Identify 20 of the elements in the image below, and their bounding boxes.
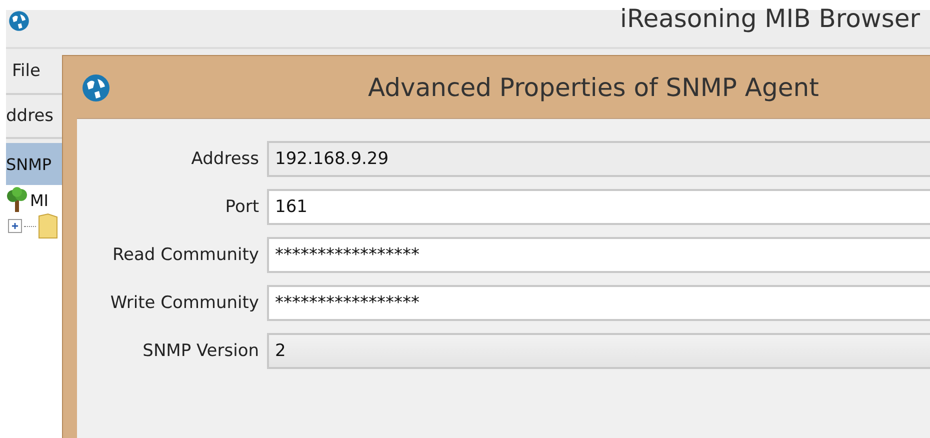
field-label: Address xyxy=(190,149,259,169)
tab[interactable]: SNMP xyxy=(6,154,52,174)
address-label: ddres xyxy=(6,106,54,126)
field-label: SNMP Version xyxy=(142,341,259,361)
field-label: Read Community xyxy=(111,245,259,265)
globe-icon xyxy=(81,73,111,103)
input-field[interactable]: ***************** xyxy=(267,285,930,321)
globe-icon xyxy=(8,10,30,32)
input-field[interactable]: 161 xyxy=(267,189,930,225)
tree-icon xyxy=(6,187,28,213)
menu-item[interactable]: File xyxy=(6,61,40,81)
dialog-title: Advanced Properties of SNMP Agent xyxy=(368,72,819,102)
expand-icon[interactable] xyxy=(8,219,22,233)
field-label: Write Community xyxy=(109,293,259,313)
window-title: iReasoning MIB Browser xyxy=(620,4,920,33)
tree-item[interactable]: MI xyxy=(30,190,49,210)
input-field[interactable]: ***************** xyxy=(267,237,930,273)
input-field[interactable]: 192.168.9.29 xyxy=(267,141,930,177)
version-dropdown[interactable]: 2 xyxy=(267,333,930,369)
field-label: Port xyxy=(224,197,259,217)
